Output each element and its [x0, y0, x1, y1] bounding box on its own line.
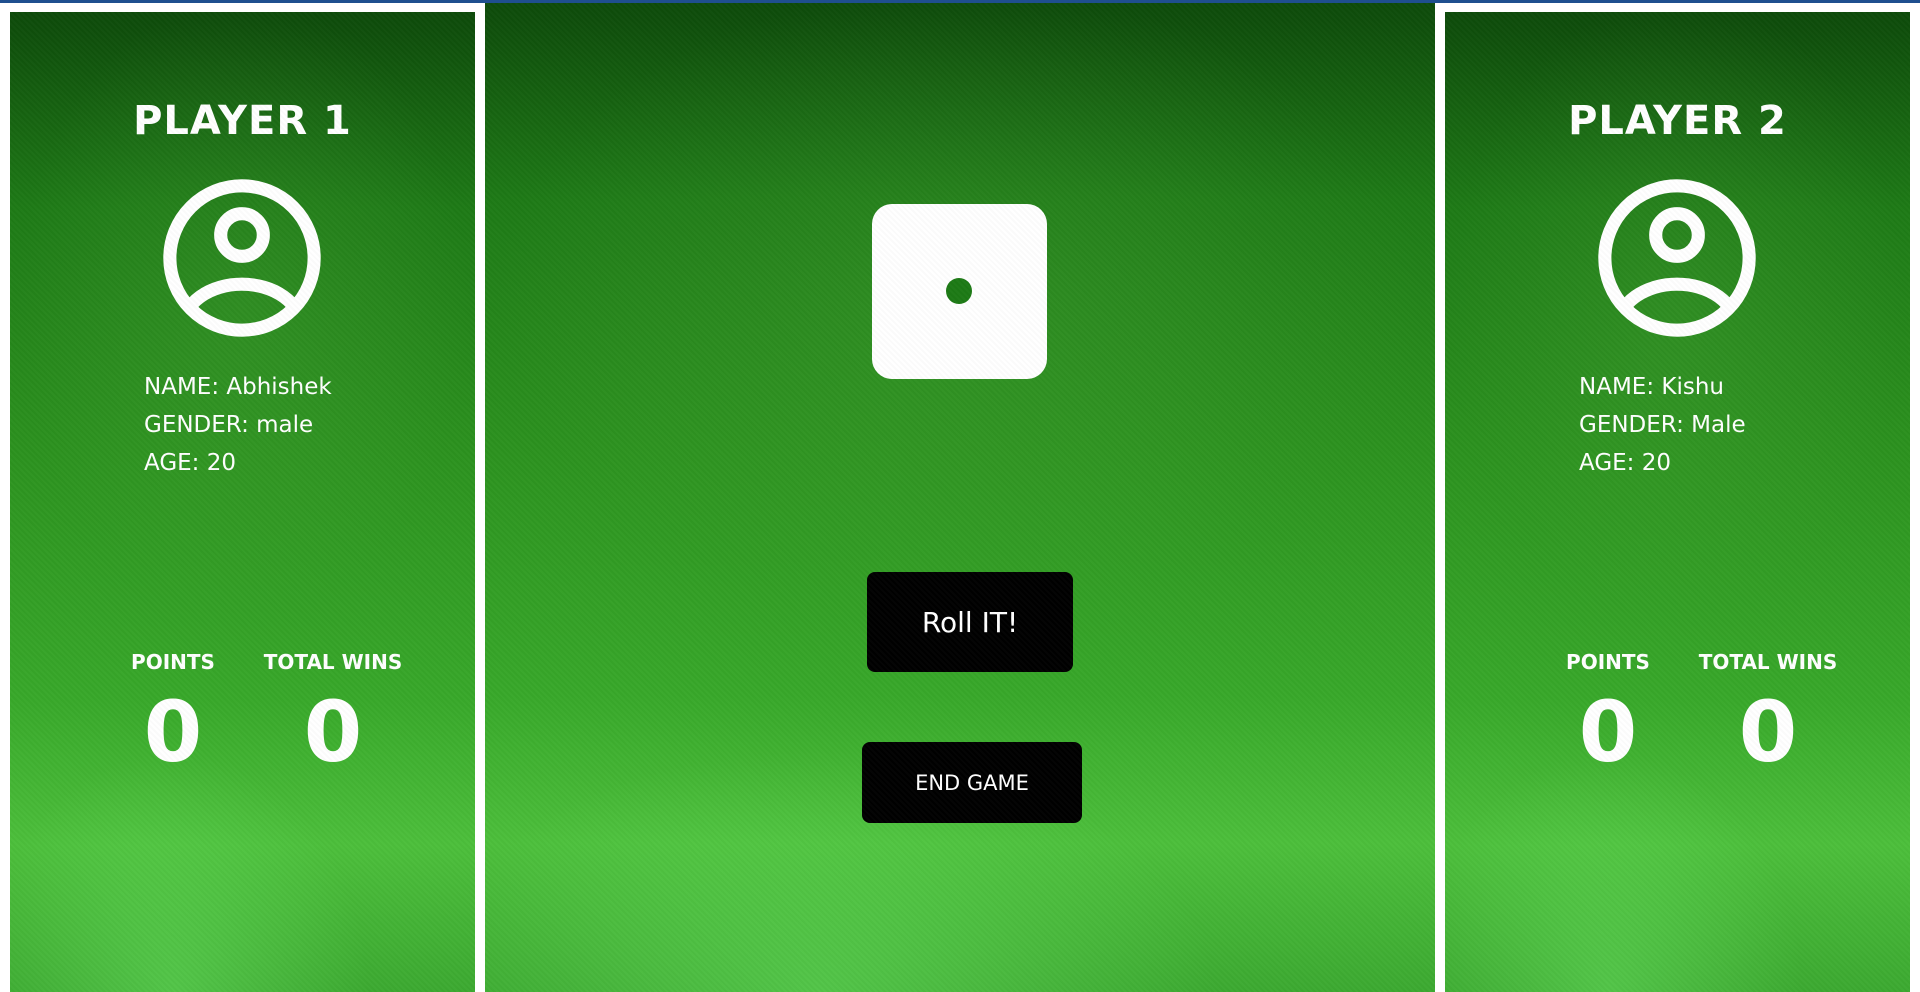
player-1-title: PLAYER 1 [133, 98, 352, 144]
game-area: Roll IT! END GAME [485, 3, 1435, 992]
player-1-points-label: POINTS [131, 650, 215, 674]
player-1-panel: PLAYER 1 NAME: Abhishek GENDER: male AGE… [10, 12, 475, 992]
player-1-wins-label: TOTAL WINS [263, 650, 403, 674]
player-2-points-label: POINTS [1566, 650, 1650, 674]
player-2-age: AGE: 20 [1579, 450, 1672, 476]
player-1-age: AGE: 20 [144, 450, 237, 476]
player-2-wins-label: TOTAL WINS [1698, 650, 1838, 674]
dice-one-icon [872, 204, 1047, 379]
roll-button[interactable]: Roll IT! [867, 572, 1073, 672]
user-circle-icon [1598, 179, 1756, 337]
player-2-title: PLAYER 2 [1568, 98, 1787, 144]
player-1-points-value: 0 [143, 683, 203, 781]
user-circle-icon [163, 179, 321, 337]
player-2-panel: PLAYER 2 NAME: Kishu GENDER: Male AGE: 2… [1445, 12, 1910, 992]
player-1-info: NAME: Abhishek GENDER: male AGE: 20 [144, 368, 332, 482]
end-game-button[interactable]: END GAME [862, 742, 1082, 823]
dice-pip [946, 278, 972, 304]
player-2-gender: GENDER: Male [1579, 412, 1746, 438]
player-2-name: NAME: Kishu [1579, 374, 1724, 400]
player-1-gender: GENDER: male [144, 412, 314, 438]
player-1-name: NAME: Abhishek [144, 374, 332, 400]
player-2-points-value: 0 [1578, 683, 1638, 781]
player-1-wins-value: 0 [303, 683, 363, 781]
player-2-info: NAME: Kishu GENDER: Male AGE: 20 [1579, 368, 1746, 482]
player-2-wins-value: 0 [1738, 683, 1798, 781]
